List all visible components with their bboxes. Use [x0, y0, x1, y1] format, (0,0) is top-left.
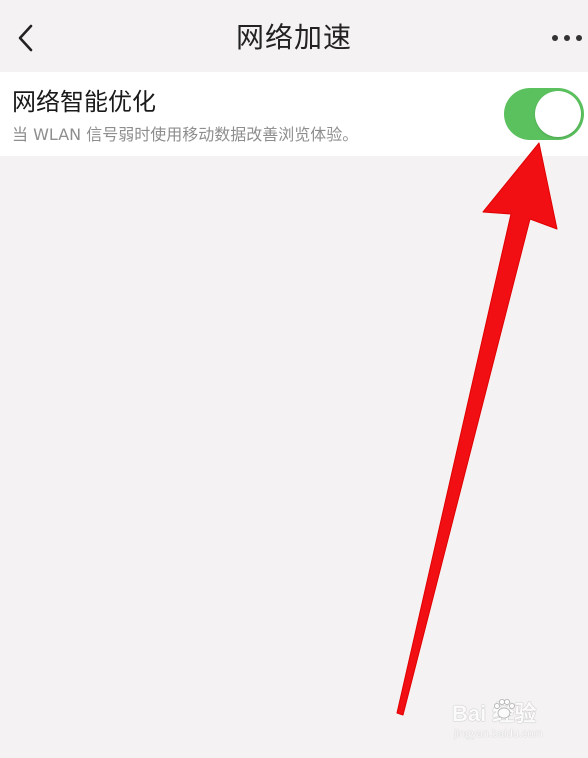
more-dots-icon: [544, 35, 582, 41]
more-button[interactable]: [544, 20, 588, 56]
page-title: 网络加速: [235, 21, 352, 54]
network-optimization-toggle[interactable]: [504, 88, 584, 140]
top-bar: 网络加速: [0, 0, 588, 76]
setting-description: 当 WLAN 信号弱时使用移动数据改善浏览体验。: [12, 125, 359, 144]
watermark-url: jingyan.baidu.com: [454, 728, 543, 740]
baidu-watermark: Bai 经验 jingyan.baidu.com: [452, 696, 582, 748]
toggle-knob: [535, 91, 581, 137]
paw-icon: [494, 699, 515, 719]
setting-title: 网络智能优化: [12, 88, 156, 116]
network-optimization-setting: 网络智能优化 当 WLAN 信号弱时使用移动数据改善浏览体验。: [0, 72, 588, 156]
